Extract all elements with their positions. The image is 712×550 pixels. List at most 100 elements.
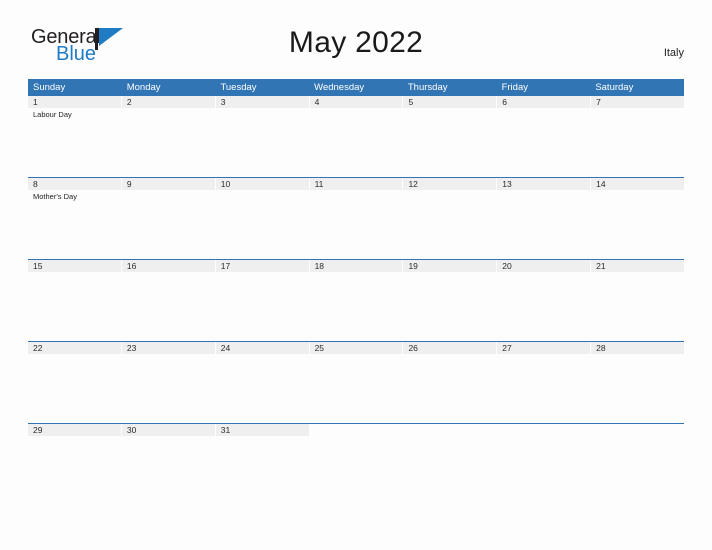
date-cell-9[interactable]: 9: [120, 178, 215, 190]
day-cell-18[interactable]: [309, 272, 403, 340]
day-cell-13[interactable]: [497, 190, 591, 258]
date-cell-16[interactable]: 16: [120, 260, 215, 272]
page-header: General Blue May 2022 Italy: [0, 0, 712, 64]
date-cell-17[interactable]: 17: [214, 260, 309, 272]
date-cell-5[interactable]: 5: [402, 96, 496, 108]
day-cell-11[interactable]: [309, 190, 403, 258]
calendar-week-row: 22 23 24 25 26 27 28: [28, 341, 684, 423]
day-cell-17[interactable]: [215, 272, 309, 340]
date-cell-28[interactable]: 28: [590, 342, 684, 354]
calendar-week-row: 15 16 17 18 19 20 21: [28, 259, 684, 341]
day-cell-1[interactable]: Labour Day: [28, 108, 122, 176]
day-cell-12[interactable]: [403, 190, 497, 258]
day-cell-30[interactable]: [122, 436, 216, 504]
date-cell-7[interactable]: 7: [590, 96, 684, 108]
weekday-header-thursday: Thursday: [407, 82, 448, 93]
date-cell-22[interactable]: 22: [28, 342, 121, 354]
date-cell-1[interactable]: 1: [28, 96, 121, 108]
calendar-event[interactable]: Labour Day: [33, 110, 118, 120]
day-body-band: Mother's Day: [28, 190, 684, 258]
date-cell-25[interactable]: 25: [308, 342, 403, 354]
weekday-header-monday: Monday: [126, 82, 161, 93]
date-cell-26[interactable]: 26: [402, 342, 496, 354]
calendar-weeks: 1 2 3 4 5 6 7 Labour Day 8 9 10 11 12 13 14 Mother's Da…: [28, 96, 685, 505]
day-cell-empty: [590, 436, 684, 504]
date-cell-3[interactable]: 3: [214, 96, 309, 108]
weekday-header-saturday: Saturday: [595, 82, 634, 93]
calendar-week-row: 1 2 3 4 5 6 7 Labour Day: [28, 96, 684, 177]
date-cell-10[interactable]: 10: [214, 178, 309, 190]
calendar-week-row: 29 30 31: [28, 423, 685, 505]
day-body-band: [28, 272, 684, 340]
day-body-band: [28, 354, 684, 422]
day-cell-22[interactable]: [28, 354, 122, 422]
day-cell-8[interactable]: Mother's Day: [28, 190, 122, 258]
day-cell-15[interactable]: [28, 272, 122, 340]
day-cell-10[interactable]: [215, 190, 309, 258]
date-cell-30[interactable]: 30: [120, 424, 215, 436]
date-number-band: 1234567: [28, 96, 684, 108]
day-cell-21[interactable]: [590, 272, 684, 340]
date-cell-29[interactable]: 29: [28, 424, 121, 436]
day-cell-9[interactable]: [122, 190, 216, 258]
day-cell-empty: [309, 436, 403, 504]
date-cell-2[interactable]: 2: [120, 96, 215, 108]
weekday-header-sunday: Sunday: [33, 82, 66, 93]
date-cell-11[interactable]: 11: [308, 178, 403, 190]
calendar-event[interactable]: Mother's Day: [33, 192, 118, 202]
date-cell-14[interactable]: 14: [590, 178, 684, 190]
day-cell-26[interactable]: [403, 354, 497, 422]
day-cell-31[interactable]: [215, 436, 309, 504]
day-cell-empty: [403, 436, 497, 504]
date-cell-13[interactable]: 13: [496, 178, 590, 190]
date-cell-21[interactable]: 21: [590, 260, 684, 272]
date-cell-8[interactable]: 8: [28, 178, 121, 190]
date-cell-empty: [402, 424, 497, 436]
date-number-band: 29 30 31: [28, 424, 685, 436]
day-cell-23[interactable]: [122, 354, 216, 422]
day-cell-5[interactable]: [403, 108, 497, 176]
date-cell-empty: [308, 424, 403, 436]
day-cell-2[interactable]: [122, 108, 216, 176]
day-cell-29[interactable]: [28, 436, 122, 504]
day-cell-14[interactable]: [590, 190, 684, 258]
date-cell-27[interactable]: 27: [496, 342, 590, 354]
date-cell-6[interactable]: 6: [496, 96, 590, 108]
day-cell-3[interactable]: [215, 108, 309, 176]
day-cell-16[interactable]: [122, 272, 216, 340]
page-title: May 2022: [288, 26, 424, 59]
date-cell-18[interactable]: 18: [308, 260, 403, 272]
date-cell-24[interactable]: 24: [214, 342, 309, 354]
date-number-band: 8 9 10 11 12 13 14: [28, 178, 684, 190]
day-cell-6[interactable]: [497, 108, 591, 176]
day-cell-25[interactable]: [309, 354, 403, 422]
weekday-header-tuesday: Tuesday: [220, 82, 257, 93]
day-cell-28[interactable]: [590, 354, 684, 422]
date-cell-19[interactable]: 19: [402, 260, 496, 272]
calendar-week-row: 8 9 10 11 12 13 14 Mother's Day: [28, 177, 684, 259]
date-number-band: 15 16 17 18 19 20 21: [28, 260, 684, 272]
day-cell-20[interactable]: [497, 272, 591, 340]
day-cell-27[interactable]: [497, 354, 591, 422]
day-body-band: [28, 436, 684, 504]
weekday-header-friday: Friday: [501, 82, 528, 93]
date-cell-31[interactable]: 31: [214, 424, 309, 436]
day-cell-empty: [497, 436, 591, 504]
date-number-band: 22 23 24 25 26 27 28: [28, 342, 684, 354]
date-cell-20[interactable]: 20: [496, 260, 590, 272]
date-cell-empty: [590, 424, 685, 436]
day-cell-4[interactable]: [309, 108, 403, 176]
date-cell-empty: [496, 424, 591, 436]
date-cell-4[interactable]: 4: [308, 96, 403, 108]
date-cell-12[interactable]: 12: [402, 178, 496, 190]
country-label: Italy: [663, 47, 684, 59]
day-cell-24[interactable]: [215, 354, 309, 422]
day-cell-19[interactable]: [403, 272, 497, 340]
day-body-band: Labour Day: [28, 108, 684, 176]
date-cell-15[interactable]: 15: [28, 260, 121, 272]
calendar-grid: Sunday Monday Tuesday Wednesday Thursday Frid…: [28, 79, 685, 505]
date-cell-23[interactable]: 23: [120, 342, 215, 354]
weekday-header-row: Sunday Monday Tuesday Wednesday Thursday Frid…: [28, 79, 684, 96]
weekday-header-wednesday: Wednesday: [314, 82, 365, 93]
day-cell-7[interactable]: [590, 108, 684, 176]
